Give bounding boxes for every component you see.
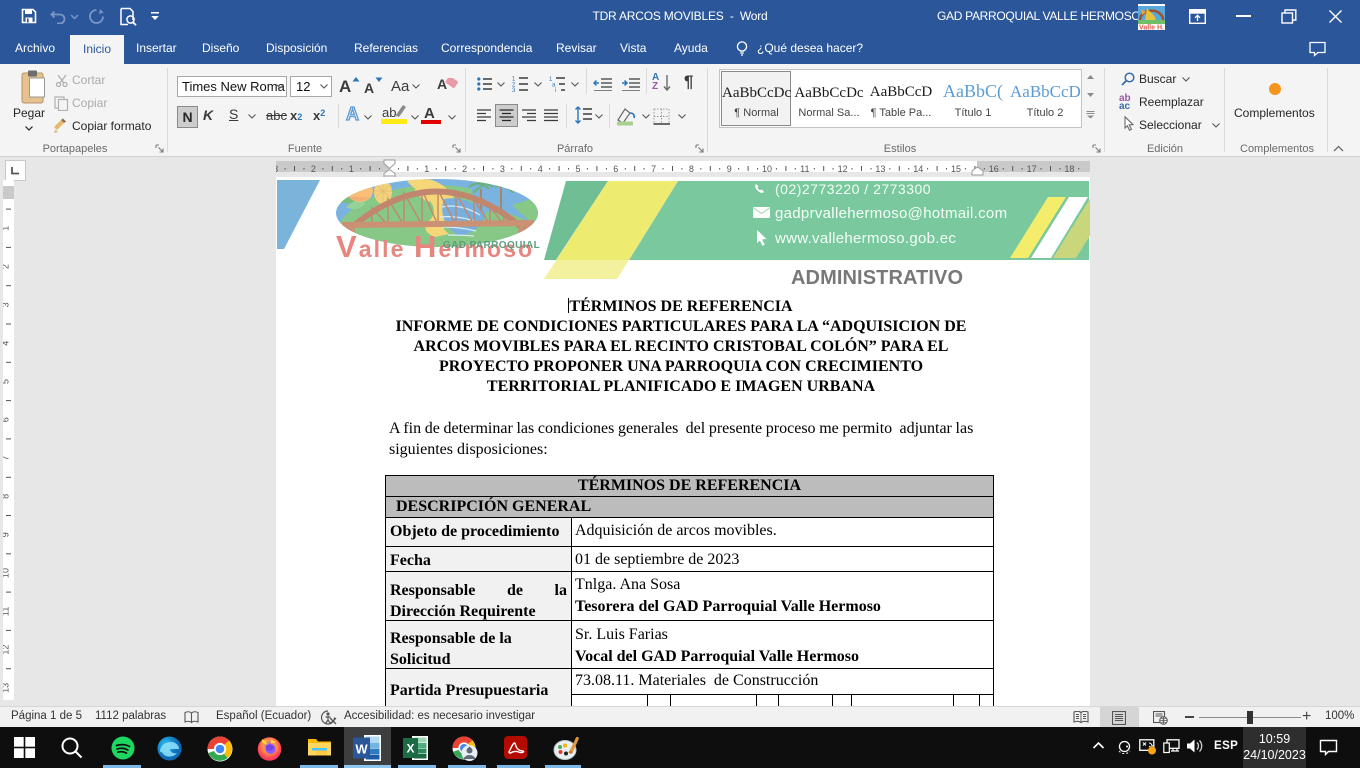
svg-text:5: 5 (575, 164, 580, 172)
svg-text:5: 5 (3, 379, 11, 384)
svg-text:3: 3 (500, 164, 505, 172)
svg-text:7: 7 (651, 164, 656, 172)
svg-text:8: 8 (3, 494, 11, 499)
svg-text:8: 8 (689, 164, 694, 172)
svg-text:13: 13 (3, 683, 11, 693)
svg-text:W: W (355, 742, 368, 757)
svg-text:2: 2 (311, 164, 316, 172)
svg-text:3: 3 (276, 164, 278, 172)
svg-text:7: 7 (3, 456, 11, 461)
svg-text:1: 1 (349, 164, 354, 172)
svg-text:13: 13 (875, 164, 885, 172)
svg-text:2: 2 (3, 264, 11, 269)
svg-text:10: 10 (762, 164, 772, 172)
svg-text:17: 17 (1027, 164, 1037, 172)
svg-text:12: 12 (3, 645, 11, 655)
svg-text:15: 15 (951, 164, 961, 172)
svg-text:11: 11 (800, 164, 809, 172)
svg-text:3: 3 (512, 88, 516, 92)
svg-text:12: 12 (838, 164, 848, 172)
svg-text:16: 16 (989, 164, 999, 172)
svg-text:4: 4 (3, 341, 11, 346)
svg-text:2: 2 (462, 164, 467, 172)
svg-text:Valle H.: Valle H. (1139, 25, 1164, 31)
svg-text:4: 4 (538, 164, 543, 172)
svg-text:6: 6 (613, 164, 618, 172)
svg-text:X: X (406, 742, 414, 756)
svg-text:9: 9 (3, 532, 11, 537)
svg-text:11: 11 (3, 607, 11, 616)
svg-text:i: i (555, 88, 556, 92)
svg-text:3: 3 (3, 302, 11, 307)
svg-text:1: 1 (3, 226, 11, 231)
svg-text:1: 1 (424, 164, 429, 172)
svg-text:14: 14 (913, 164, 923, 172)
svg-text:10: 10 (3, 568, 11, 578)
svg-text:6: 6 (3, 417, 11, 422)
svg-text:9: 9 (727, 164, 732, 172)
svg-text:18: 18 (1064, 164, 1074, 172)
